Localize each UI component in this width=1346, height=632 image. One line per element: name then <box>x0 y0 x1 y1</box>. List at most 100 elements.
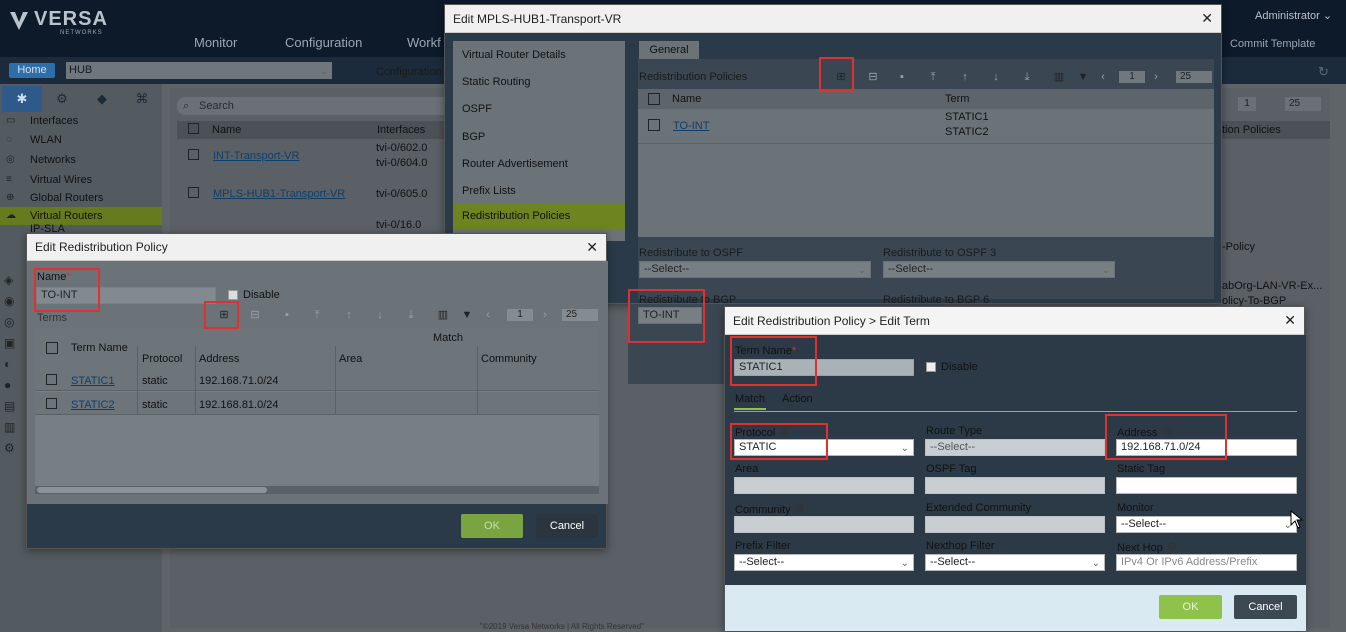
clone-icon[interactable]: ▪ <box>278 307 296 323</box>
document-icon[interactable]: ▤ <box>4 396 18 417</box>
community-input[interactable] <box>734 516 914 533</box>
monitor-icon[interactable]: ▣ <box>4 333 18 354</box>
next-hop-input[interactable]: IPv4 Or IPv6 Address/Prefix <box>1116 554 1297 571</box>
static-tag-input[interactable] <box>1116 477 1297 494</box>
move-top-icon[interactable]: ⤒ <box>308 307 326 323</box>
tab-action[interactable]: Action <box>782 393 813 405</box>
bg-page-number[interactable]: 1 <box>1238 97 1256 111</box>
term-link[interactable]: STATIC1 <box>71 375 115 387</box>
ring-icon[interactable]: ◎ <box>4 312 18 333</box>
commit-template-link[interactable]: Commit Template <box>1230 38 1315 50</box>
sidebar-item-global-routers[interactable]: ⊕ Global Routers <box>0 189 162 207</box>
sidebar-item-virtual-wires[interactable]: ≡ Virtual Wires <box>0 171 162 189</box>
move-top-icon[interactable]: ⤒ <box>924 69 942 85</box>
menu-static-routing[interactable]: Static Routing <box>462 76 530 88</box>
clone-icon[interactable]: ▪ <box>893 69 911 85</box>
antenna-icon[interactable]: ◉ <box>4 291 18 312</box>
ok-button[interactable]: OK <box>1159 595 1222 619</box>
bg-page-size[interactable]: 25 <box>1285 97 1321 111</box>
org-select[interactable]: HUB ⌄ <box>66 62 332 79</box>
move-up-icon[interactable]: ↑ <box>956 69 974 85</box>
gear-icon[interactable]: ⚙ <box>1167 540 1178 554</box>
close-icon[interactable]: ✕ <box>586 240 598 254</box>
tab-general[interactable]: General <box>639 41 699 59</box>
nav-configuration[interactable]: Configuration <box>285 35 362 50</box>
route-type-select[interactable]: --Select-- <box>925 439 1105 456</box>
nav-monitor[interactable]: Monitor <box>194 35 237 50</box>
tab-match[interactable]: Match <box>735 393 765 405</box>
bg-row-link[interactable]: MPLS-HUB1-Transport-VR <box>213 188 345 200</box>
configuration-tab[interactable]: Configuration <box>376 66 441 78</box>
monitor-select[interactable]: --Select-- ⌄ <box>1116 516 1297 533</box>
move-down-icon[interactable]: ↓ <box>987 69 1005 85</box>
home-button[interactable]: Home <box>9 63 55 78</box>
terms-select-all-checkbox[interactable] <box>46 342 58 354</box>
remove-icon[interactable]: ⊟ <box>864 69 882 85</box>
redistribute-ospf-select[interactable]: --Select-- ⌄ <box>639 261 871 278</box>
columns-icon[interactable]: ▥ <box>1050 69 1068 85</box>
sidebar-item-interfaces[interactable]: ▭ Interfaces <box>0 112 162 130</box>
refresh-icon[interactable]: ↻ <box>1318 64 1329 80</box>
settings-icon[interactable]: ⚙ <box>4 438 18 459</box>
lan-icon[interactable]: ⌘ <box>122 86 162 112</box>
menu-bgp[interactable]: BGP <box>462 131 485 143</box>
sidebar-item-networks[interactable]: ◎ Networks <box>0 151 162 169</box>
network-icon[interactable]: ✱ <box>2 86 42 112</box>
menu-router-advertisement[interactable]: Router Advertisement <box>462 158 568 170</box>
pin-icon[interactable]: ● <box>4 375 18 396</box>
menu-prefix-lists[interactable]: Prefix Lists <box>462 185 516 197</box>
search-input[interactable]: ⌕ Search <box>177 97 452 115</box>
extended-community-input[interactable] <box>925 516 1105 533</box>
close-icon[interactable]: ✕ <box>1284 313 1296 327</box>
move-up-icon[interactable]: ↑ <box>340 307 358 323</box>
row-checkbox[interactable] <box>46 398 57 409</box>
gear-icon[interactable]: ⚙ <box>795 502 806 516</box>
columns-icon[interactable]: ▥ <box>434 307 452 323</box>
vr-row-name-link[interactable]: TO-INT <box>673 120 709 132</box>
shield-icon[interactable]: ◈ <box>4 270 18 291</box>
filter-icon[interactable]: ▼ <box>1074 69 1092 85</box>
redistribute-ospf3-select[interactable]: --Select-- ⌄ <box>883 261 1115 278</box>
disable-checkbox[interactable] <box>228 290 238 300</box>
nexthop-filter-select[interactable]: --Select-- ⌄ <box>925 554 1105 571</box>
row-checkbox[interactable] <box>46 374 57 385</box>
move-bottom-icon[interactable]: ⤓ <box>1018 69 1036 85</box>
cancel-button[interactable]: Cancel <box>1234 595 1297 619</box>
ospf-tag-input[interactable] <box>925 477 1105 494</box>
disable-checkbox[interactable] <box>926 362 936 372</box>
area-input[interactable] <box>734 477 914 494</box>
cancel-button[interactable]: Cancel <box>536 514 598 538</box>
filter-icon[interactable]: ▼ <box>458 307 476 323</box>
close-icon[interactable]: ✕ <box>1201 11 1213 25</box>
vr-page-number[interactable]: 1 <box>1119 71 1145 83</box>
next-page-icon[interactable]: › <box>1147 69 1165 85</box>
terms-page-number[interactable]: 1 <box>507 309 533 321</box>
prev-page-icon[interactable]: ‹ <box>1094 69 1112 85</box>
menu-virtual-router-details[interactable]: Virtual Router Details <box>462 49 566 61</box>
gear-icon[interactable]: ⚙ <box>42 86 82 112</box>
sidebar-item-virtual-routers[interactable]: ☁ Virtual Routers <box>0 207 162 225</box>
bg-row-checkbox[interactable] <box>188 187 199 198</box>
menu-redistribution-policies[interactable]: Redistribution Policies <box>453 203 625 229</box>
remove-icon[interactable]: ⊟ <box>246 307 264 323</box>
prev-page-icon[interactable]: ‹ <box>479 307 497 323</box>
prefix-filter-select[interactable]: --Select-- ⌄ <box>734 554 914 571</box>
bg-row-checkbox[interactable] <box>188 149 199 160</box>
move-bottom-icon[interactable]: ⤓ <box>402 307 420 323</box>
term-link[interactable]: STATIC2 <box>71 399 115 411</box>
sidebar-item-wlan[interactable]: ◌ WLAN <box>0 131 162 149</box>
terms-page-size[interactable]: 25 <box>562 309 598 321</box>
ok-button[interactable]: OK <box>461 514 523 538</box>
server-icon[interactable]: ▥ <box>4 417 18 438</box>
vr-select-all-checkbox[interactable] <box>648 93 660 105</box>
next-page-icon[interactable]: › <box>536 307 554 323</box>
scrollbar-thumb[interactable] <box>37 487 267 493</box>
nav-workflows[interactable]: Workf <box>407 35 441 50</box>
bg-select-all-checkbox[interactable] <box>188 123 199 134</box>
user-menu[interactable]: Administrator ⌄ <box>1255 9 1332 22</box>
bg-row-link[interactable]: INT-Transport-VR <box>213 150 299 162</box>
vr-page-size[interactable]: 25 <box>1176 71 1212 83</box>
table-row[interactable] <box>35 368 599 391</box>
table-row[interactable] <box>35 392 599 415</box>
vr-row-checkbox[interactable] <box>648 119 660 131</box>
